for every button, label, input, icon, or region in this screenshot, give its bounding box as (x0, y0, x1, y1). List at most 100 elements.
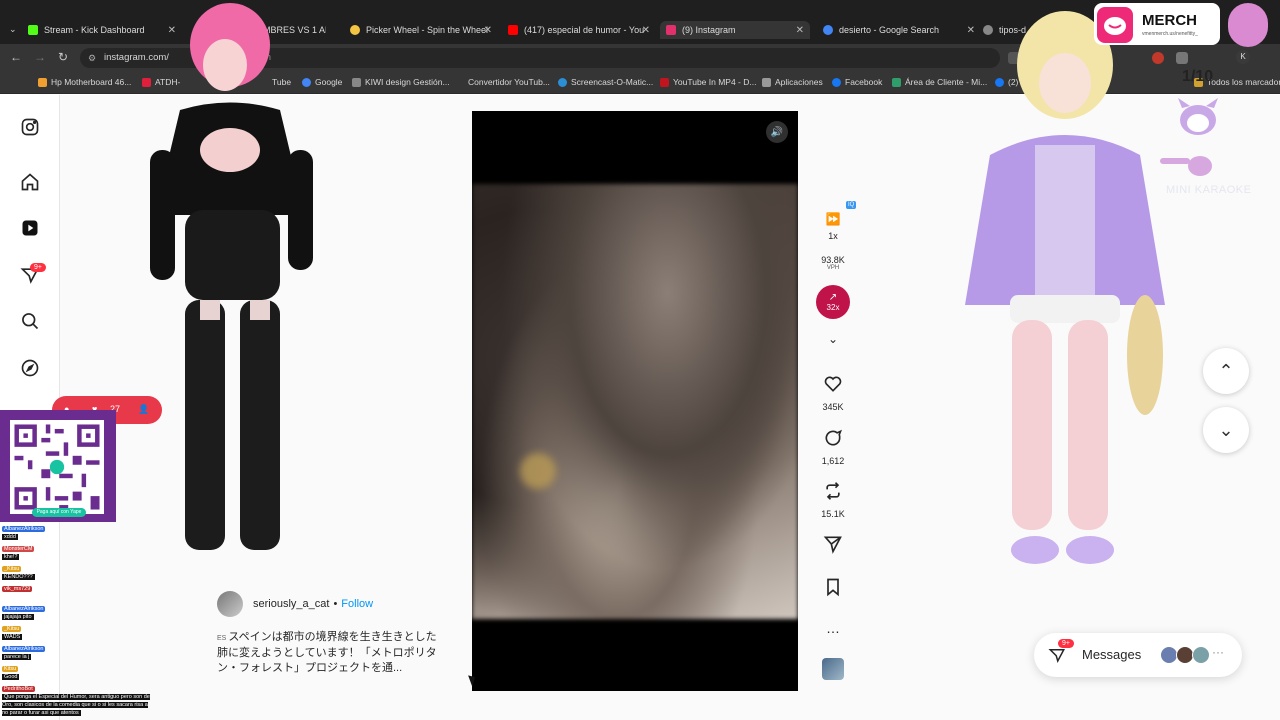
youtube-icon (660, 77, 669, 87)
follow-button[interactable]: Follow (341, 598, 373, 610)
bookmark-label: Convertidor YouTub... (468, 77, 550, 87)
tab-youtube[interactable]: (417) especial de humor - You ✕ (508, 21, 650, 39)
share-button[interactable] (812, 534, 854, 559)
search-icon[interactable] (18, 309, 42, 333)
comment-icon (825, 429, 842, 446)
tab-title: Picker Wheel - Spin the Wheel (366, 25, 489, 35)
profile-avatar[interactable]: K (1236, 50, 1250, 64)
reload-icon[interactable]: ↻ (58, 50, 68, 64)
merch-title: MERCH (1142, 12, 1197, 29)
tab-instagram[interactable]: (9) Instagram ✕ (660, 21, 810, 39)
volume-icon[interactable]: 🔊 (766, 121, 788, 143)
home-icon[interactable] (18, 170, 42, 194)
close-tab-icon[interactable]: ✕ (796, 25, 804, 36)
explore-icon[interactable] (18, 356, 42, 380)
picker-wheel-icon (350, 25, 360, 35)
youtube-icon (508, 25, 518, 35)
comment-button[interactable]: 1,612 (812, 428, 854, 466)
goal-counter: 1/10 (1182, 68, 1214, 85)
heart-icon (824, 376, 842, 392)
tab-search-chevron-icon[interactable]: ⌄ (9, 24, 17, 35)
chat-username: AlbanezAlrikson (2, 646, 46, 652)
streamer-avatar (1228, 3, 1268, 47)
trending-boost-button[interactable]: ↗ 32x (816, 285, 850, 319)
tab-picker-wheel[interactable]: Picker Wheel - Spin the Wheel ✕ (350, 21, 492, 39)
more-options-icon[interactable]: … (812, 620, 854, 636)
chat-message: AlbanezAlrikson jajajaja pito (2, 605, 46, 621)
boost-label: 32x (826, 303, 840, 312)
author-username[interactable]: seriously_a_cat (253, 598, 329, 610)
bookmark-item[interactable]: Convertidor YouTub... (468, 77, 550, 87)
bookmark-label: YouTube In MP4 - D... (673, 77, 757, 87)
merch-logo (1097, 7, 1133, 43)
vph-stat: 93.8K VPH (812, 252, 854, 271)
messages-badge: 9+ (1058, 639, 1074, 648)
bookmark-item[interactable]: KIWI design Gestión... (352, 77, 450, 87)
chat-username: _Kitsu (2, 566, 22, 572)
messages-button[interactable]: 9+ Messages ··· (1034, 633, 1242, 677)
chat-username: Kitsu (2, 666, 19, 672)
kick-icon (28, 25, 38, 35)
bookmark-item[interactable]: YouTube In MP4 - D... (660, 77, 756, 87)
bookmark-label: KIWI design Gestión... (365, 77, 450, 87)
caption-text: スペインは都市の境界線を生き生きとした肺に変えようとしています！「メトロポリタン… (217, 631, 437, 674)
chat-text: Good (2, 674, 20, 680)
chat-message: _Kitsu WADS (2, 625, 23, 641)
close-tab-icon[interactable]: ✕ (484, 25, 492, 36)
more-chevron-icon[interactable]: ⌄ (812, 330, 854, 348)
tab-title: (417) especial de humor - You (524, 25, 645, 35)
reels-icon[interactable] (18, 216, 42, 240)
like-button[interactable]: 345K (812, 374, 854, 412)
save-button[interactable] (812, 577, 854, 602)
chat-text: khe!? (2, 554, 20, 560)
repost-count: 15.1K (821, 509, 845, 519)
video-frame (472, 184, 798, 619)
bookmark-label: Screencast-O-Matic... (571, 77, 654, 87)
bookmark-item[interactable]: Facebook (832, 77, 882, 87)
like-count: 345K (822, 402, 844, 412)
vph-unit: VPH (826, 265, 840, 271)
site-settings-icon[interactable]: ⚙ (88, 48, 96, 68)
previous-reel-button[interactable]: ⌃ (1203, 348, 1249, 394)
bookmark-item[interactable]: Aplicaciones (762, 77, 823, 87)
speed-label: 1x (828, 231, 838, 241)
yape-qr-panel (0, 410, 116, 522)
video-highlight (520, 453, 556, 489)
instagram-icon (666, 25, 676, 35)
fast-forward-icon: ⏩ (825, 212, 841, 226)
yape-label: Paga aquí con Yape (32, 508, 86, 517)
qr-code (10, 420, 104, 514)
avatar[interactable] (217, 591, 243, 617)
chat-text: jajajaja pito (2, 614, 34, 620)
chat-message: Kitsu Good (2, 665, 20, 681)
user-icon: 👤 (138, 404, 150, 414)
close-tab-icon[interactable]: ✕ (642, 25, 650, 36)
back-arrow-icon[interactable]: ← (10, 50, 22, 64)
bookmark-label: Aplicaciones (775, 77, 823, 87)
chat-text: Que ponga el Especial del Humor, sera an… (2, 694, 150, 716)
bookmark-label: Todos los marcadores (1207, 77, 1280, 87)
avatar (1192, 646, 1210, 664)
playback-speed-button[interactable]: ⏩ 1x (812, 210, 854, 241)
reel-video[interactable]: 🔊 (472, 111, 798, 691)
reel-caption[interactable]: ES スペインは都市の境界線を生き生きとした肺に変えようとしています！「メトロポリ… (217, 630, 447, 676)
merch-banner: MERCH vmenmerch.us/nenefitty_ (1094, 3, 1220, 45)
instagram-logo-icon[interactable] (18, 115, 42, 139)
audio-thumbnail[interactable] (812, 658, 854, 685)
chat-username: AlbanezAlrikson (2, 526, 46, 532)
chat-username: AlbanezAlrikson (2, 606, 46, 612)
bookmark-icon (892, 77, 901, 87)
chat-username: vik_ms729 (2, 586, 33, 592)
forward-arrow-icon[interactable]: → (34, 50, 46, 64)
folder-icon (38, 77, 47, 87)
repost-button[interactable]: 15.1K (812, 481, 854, 519)
trending-icon: ↗ (828, 292, 838, 303)
next-reel-button[interactable]: ⌄ (1203, 407, 1249, 453)
bookmark-label: Facebook (845, 77, 883, 87)
chevron-down-icon: ⌄ (1218, 419, 1234, 440)
bookmark-item[interactable]: Screencast-O-Matic... (558, 77, 653, 87)
follow-separator: • (333, 598, 338, 610)
bookmark-icon (827, 578, 839, 597)
chat-text: WADS (2, 634, 23, 640)
send-icon (823, 536, 842, 554)
